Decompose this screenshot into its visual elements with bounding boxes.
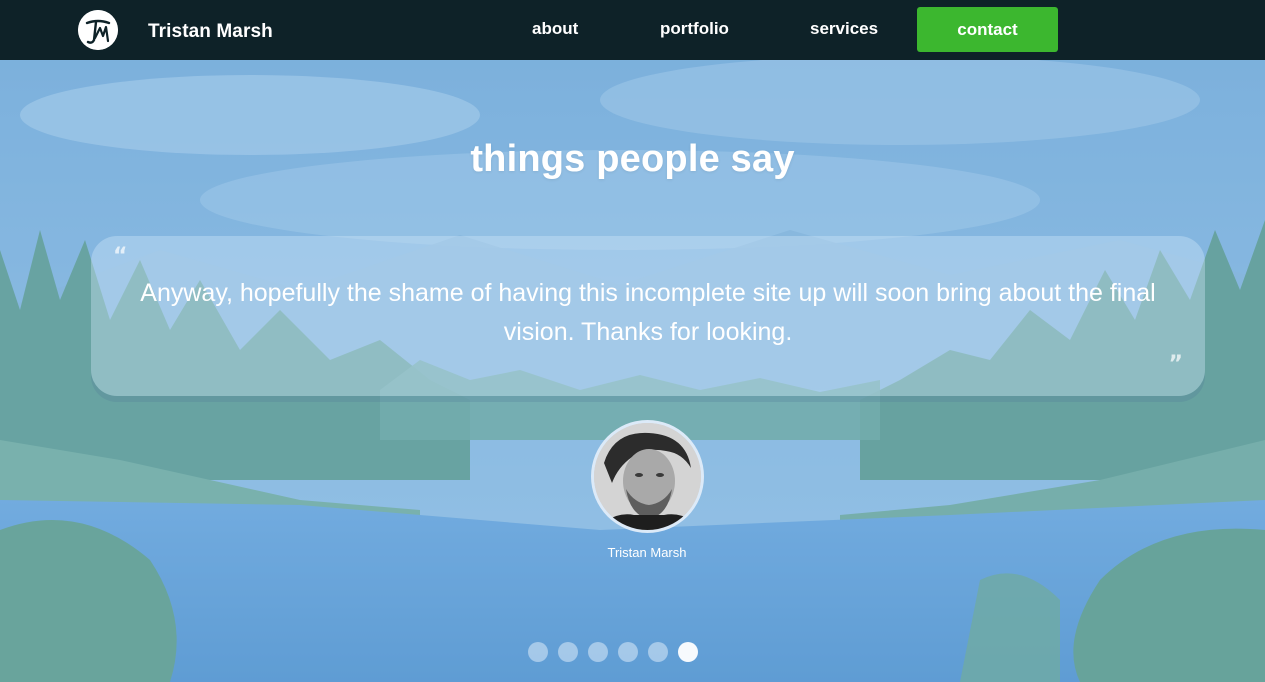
carousel-dot-4[interactable] bbox=[618, 642, 638, 662]
carousel-dot-6[interactable] bbox=[678, 642, 698, 662]
brand-name-link[interactable]: Tristan Marsh bbox=[148, 21, 273, 43]
testimonial-author: Tristan Marsh bbox=[607, 545, 687, 560]
section-title: things people say bbox=[470, 138, 795, 180]
carousel-dot-2[interactable] bbox=[558, 642, 578, 662]
testimonial-card: “ Anyway, hopefully the shame of having … bbox=[91, 236, 1205, 396]
top-navbar: Tristan Marsh about portfolio services c… bbox=[0, 0, 1265, 60]
tm-monogram-icon[interactable] bbox=[78, 10, 118, 50]
quote-open-icon: “ bbox=[113, 244, 128, 269]
carousel-dot-1[interactable] bbox=[528, 642, 548, 662]
contact-button[interactable]: contact bbox=[917, 7, 1058, 52]
quote-close-icon: ” bbox=[1168, 352, 1183, 377]
testimonial-quote: Anyway, hopefully the shame of having th… bbox=[140, 279, 1156, 346]
carousel-dot-5[interactable] bbox=[648, 642, 668, 662]
carousel-pagination bbox=[528, 642, 698, 662]
nav-link-services[interactable]: services bbox=[810, 19, 878, 39]
nav-link-about[interactable]: about bbox=[532, 19, 578, 39]
nav-link-portfolio[interactable]: portfolio bbox=[660, 19, 729, 39]
carousel-dot-3[interactable] bbox=[588, 642, 608, 662]
profile-photo bbox=[591, 420, 704, 533]
